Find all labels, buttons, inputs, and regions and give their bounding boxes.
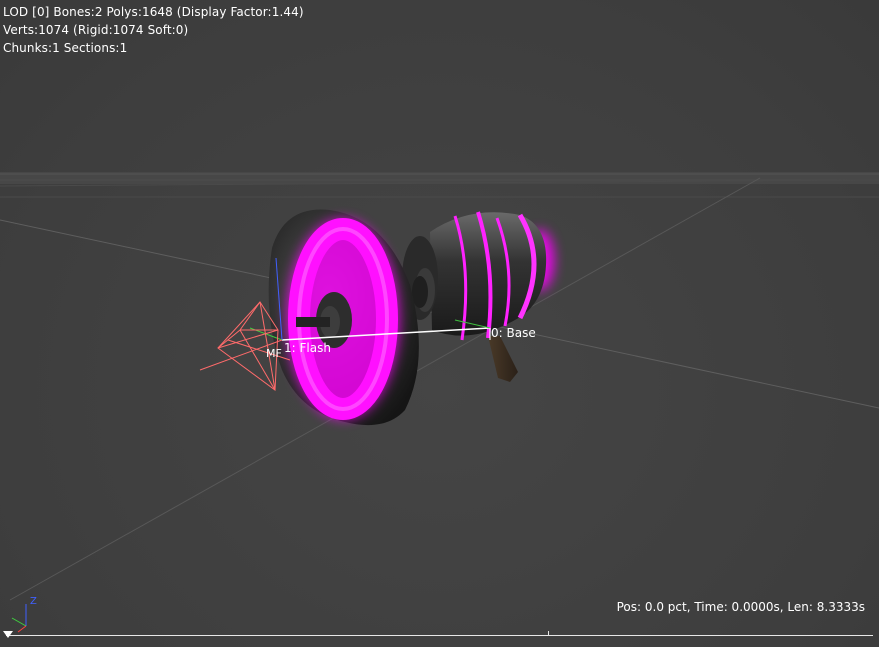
gun-handle	[488, 336, 518, 382]
3d-viewport[interactable]: LOD [0] Bones:2 Polys:1648 (Display Fact…	[0, 0, 879, 647]
gun-barrel	[402, 211, 554, 341]
timeline-info: Pos: 0.0 pct, Time: 0.0000s, Len: 8.3333…	[616, 600, 865, 614]
timeline-scrubber[interactable]	[6, 635, 873, 636]
axis-gizmo: Z	[11, 596, 37, 633]
bone-label-base[interactable]: 0: Base	[491, 326, 536, 340]
timeline-tick	[548, 631, 549, 636]
viewport-stats: LOD [0] Bones:2 Polys:1648 (Display Fact…	[3, 3, 304, 57]
verts-stats-line: Verts:1074 (Rigid:1074 Soft:0)	[3, 23, 189, 37]
gun-dish	[268, 209, 419, 426]
floor-horizon	[0, 172, 879, 198]
axis-z-label: Z	[30, 596, 37, 607]
lod-stats-line: LOD [0] Bones:2 Polys:1648 (Display Fact…	[3, 5, 304, 19]
chunks-stats-line: Chunks:1 Sections:1	[3, 41, 128, 55]
timeline-position-marker[interactable]	[3, 631, 13, 638]
muzzle-flash-label: MF	[266, 347, 282, 360]
scene-canvas	[0, 172, 879, 601]
bone-label-flash[interactable]: 1: Flash	[284, 341, 331, 355]
